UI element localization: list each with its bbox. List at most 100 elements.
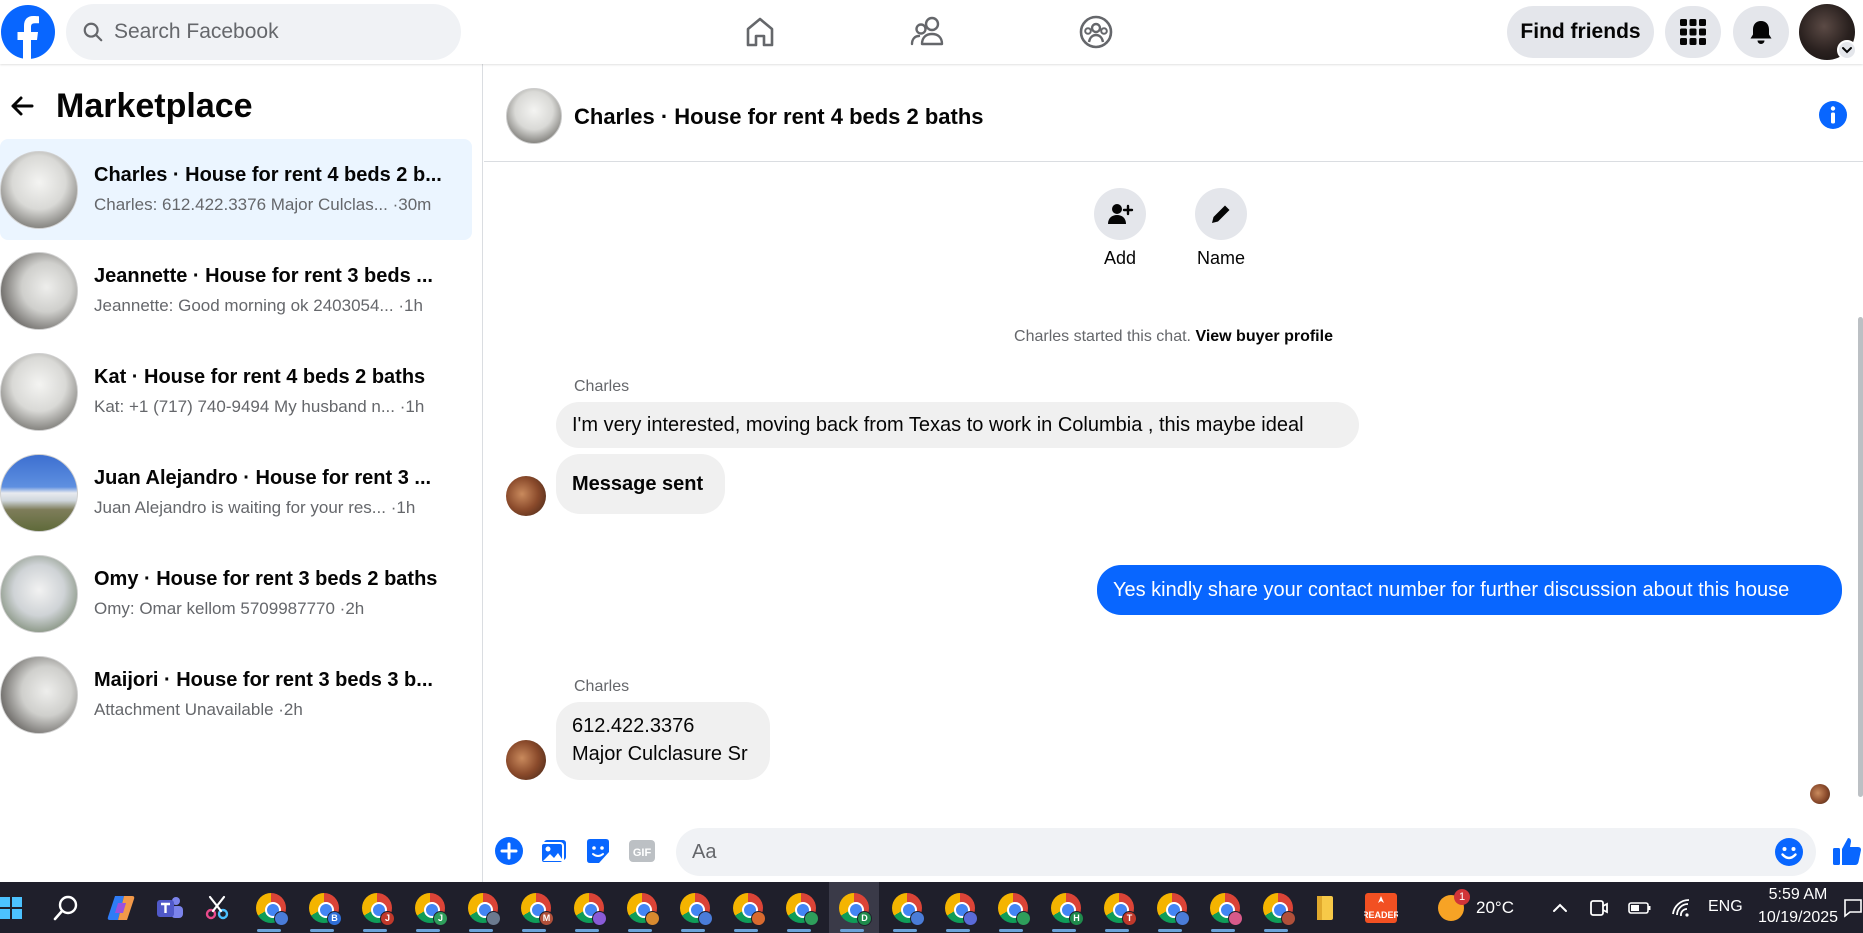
conversation-item[interactable]: Kat · House for rent 4 beds 2 baths Kat:… [0, 341, 472, 442]
copilot-button[interactable] [98, 882, 144, 933]
snipping-tool-button[interactable] [194, 882, 240, 933]
conversation-item[interactable]: Omy · House for rent 3 beds 2 baths Omy:… [0, 543, 472, 644]
incoming-message[interactable]: I'm very interested, moving back from Te… [556, 402, 1359, 448]
show-hidden-icons-button[interactable] [1537, 882, 1583, 933]
running-indicator [1105, 929, 1129, 932]
scrollbar[interactable] [1858, 317, 1863, 797]
chat-listing-thumbnail[interactable] [506, 88, 562, 144]
view-buyer-profile-link[interactable]: View buyer profile [1195, 328, 1333, 345]
facebook-logo-icon[interactable] [0, 4, 56, 60]
menu-button[interactable] [1665, 6, 1721, 58]
weather-widget[interactable]: 1 20°C [1430, 882, 1540, 933]
chrome-window-button[interactable] [1200, 882, 1250, 933]
running-indicator [787, 929, 811, 932]
message-text: Message sent [572, 472, 704, 495]
wifi-icon [1672, 898, 1690, 917]
chrome-window-button[interactable] [246, 882, 296, 933]
conversation-item[interactable]: Maijori · House for rent 3 beds 3 b... A… [0, 644, 472, 745]
chrome-icon: T [1104, 892, 1137, 926]
find-friends-button[interactable]: Find friends [1507, 6, 1654, 58]
sender-name: Charles [574, 678, 630, 695]
chrome-window-button[interactable]: J [352, 882, 402, 933]
emoji-icon[interactable] [1774, 837, 1804, 867]
chrome-window-button[interactable] [670, 882, 720, 933]
plus-circle-icon[interactable] [494, 836, 524, 866]
chevron-down-icon[interactable] [1837, 40, 1857, 60]
running-indicator [1052, 929, 1076, 932]
network-indicator[interactable] [1662, 882, 1702, 933]
taskbar-search-button[interactable] [43, 882, 89, 933]
chrome-window-button[interactable]: H [1041, 882, 1091, 933]
meet-now-button[interactable] [1578, 882, 1618, 933]
chrome-icon [680, 892, 713, 926]
info-icon[interactable] [1818, 100, 1848, 130]
chat-started-notice: Charles started this chat. View buyer pr… [484, 328, 1863, 346]
sticker-icon[interactable] [583, 836, 613, 866]
teams-button[interactable] [146, 882, 192, 933]
name-chat-button[interactable]: Name [1181, 188, 1261, 269]
conversation-item[interactable]: Jeannette · House for rent 3 beds ... Je… [0, 240, 472, 341]
chrome-icon [468, 892, 501, 926]
running-indicator [946, 929, 970, 932]
search-box[interactable] [66, 4, 461, 60]
sender-avatar[interactable] [506, 476, 546, 516]
notification-center-button[interactable] [1843, 882, 1863, 933]
chrome-window-button[interactable] [882, 882, 932, 933]
chrome-window-button[interactable]: J [405, 882, 455, 933]
sender-avatar[interactable] [506, 740, 546, 780]
bell-icon [1750, 21, 1772, 44]
chrome-window-button[interactable]: T [1094, 882, 1144, 933]
thumbs-up-icon[interactable] [1832, 835, 1862, 867]
chrome-window-button[interactable] [723, 882, 773, 933]
conversation-preview: Attachment Unavailable ·2h [94, 700, 303, 719]
message-composer: GIF [484, 822, 1863, 882]
add-label: Add [1103, 248, 1137, 268]
groups-nav-button[interactable] [1074, 10, 1118, 54]
clock-date[interactable]: 10/19/2025 [1748, 909, 1848, 927]
notifications-button[interactable] [1733, 6, 1789, 58]
chrome-icon [1263, 892, 1296, 926]
conversation-item[interactable]: Charles · House for rent 4 beds 2 b... C… [0, 139, 472, 240]
chrome-window-button[interactable] [935, 882, 985, 933]
profile-badge: H [1069, 910, 1084, 926]
friends-nav-button[interactable] [906, 10, 950, 54]
start-button[interactable] [0, 882, 34, 933]
chrome-window-button[interactable]: B [299, 882, 349, 933]
add-people-button[interactable]: Add [1080, 188, 1160, 269]
chrome-window-button[interactable] [564, 882, 614, 933]
chrome-icon [945, 892, 978, 926]
incoming-message[interactable]: Message sent [556, 454, 725, 514]
language-indicator[interactable]: ENG [1708, 898, 1743, 916]
profile-badge [698, 910, 713, 926]
profile-badge [486, 910, 501, 926]
chrome-window-button[interactable] [988, 882, 1038, 933]
search-icon [53, 895, 78, 920]
chrome-window-button[interactable]: D [829, 882, 879, 933]
message-input[interactable] [676, 828, 1816, 876]
chrome-window-button[interactable]: M [511, 882, 561, 933]
incoming-message[interactable]: 612.422.3376 Major Culclasure Sr [556, 702, 770, 780]
chrome-window-button[interactable] [1147, 882, 1197, 933]
chrome-window-button[interactable] [458, 882, 508, 933]
gif-icon[interactable]: GIF [627, 836, 657, 866]
conversation-item[interactable]: Juan Alejandro · House for rent 3 ... Ju… [0, 442, 472, 543]
chat-title[interactable]: Charles · House for rent 4 beds 2 baths [574, 104, 984, 130]
file-explorer-button[interactable] [1302, 882, 1348, 933]
message-thread: Add Name Charles started this chat. View… [484, 162, 1863, 822]
groups-icon [1079, 15, 1113, 49]
home-nav-button[interactable] [738, 10, 782, 54]
chrome-window-button[interactable] [617, 882, 667, 933]
chrome-window-button[interactable] [1253, 882, 1303, 933]
back-button[interactable] [2, 86, 42, 126]
reader-app-button[interactable]: READER [1355, 882, 1407, 933]
photo-icon[interactable] [539, 836, 569, 866]
profile-badge [274, 910, 289, 926]
system-text: Charles started this chat. [1014, 328, 1191, 345]
listing-thumbnail [0, 453, 78, 532]
outgoing-message[interactable]: Yes kindly share your contact number for… [1097, 565, 1842, 615]
battery-indicator[interactable] [1620, 882, 1660, 933]
search-input[interactable] [114, 20, 434, 44]
chrome-window-button[interactable] [776, 882, 826, 933]
account-avatar[interactable] [1799, 4, 1857, 60]
clock-time[interactable]: 5:59 AM [1752, 886, 1844, 904]
